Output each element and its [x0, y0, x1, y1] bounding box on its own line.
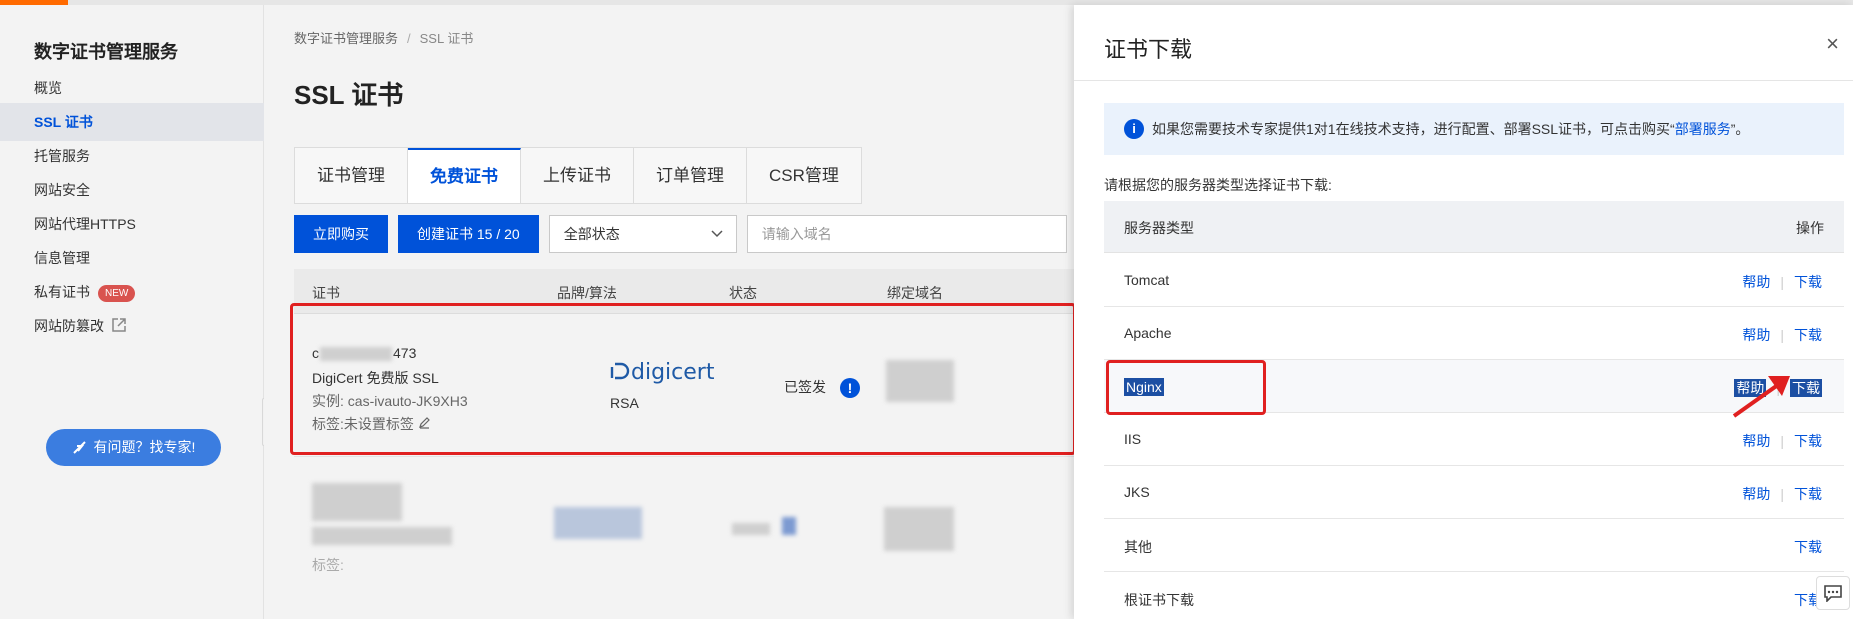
tab-csr-management[interactable]: CSR管理	[747, 148, 861, 203]
status-select-value: 全部状态	[563, 226, 620, 242]
download-link[interactable]: 下载	[1794, 327, 1822, 343]
breadcrumb-separator: /	[407, 31, 411, 46]
sidebar-item-label: 托管服务	[34, 148, 90, 164]
server-name: Apache	[1124, 325, 1172, 341]
sidebar-item-label: 网站防篡改	[34, 318, 104, 334]
column-header-domain: 绑定域名	[887, 285, 943, 301]
column-header-action: 操作	[1796, 220, 1824, 236]
download-link[interactable]: 下载	[1794, 433, 1822, 449]
sidebar-item-hosting[interactable]: 托管服务	[0, 137, 264, 175]
server-name: 根证书下载	[1124, 592, 1194, 608]
server-row-other: 其他 下载	[1104, 519, 1844, 572]
download-drawer: 证书下载 × i 如果您需要技术专家提供1对1在线技术支持，进行配置、部署SSL…	[1074, 5, 1853, 619]
help-link[interactable]: 帮助	[1742, 433, 1770, 449]
download-link[interactable]: 下载	[1790, 379, 1822, 397]
info-tail: ”。	[1730, 121, 1750, 137]
server-name: 其他	[1124, 539, 1152, 555]
find-expert-button[interactable]: 有问题？找专家!	[46, 429, 221, 466]
close-icon[interactable]: ×	[1826, 31, 1839, 57]
server-name: IIS	[1124, 431, 1142, 447]
download-link[interactable]: 下载	[1794, 274, 1822, 290]
feather-icon	[72, 441, 86, 454]
row-actions: 下载	[1794, 537, 1822, 557]
download-link[interactable]: 下载	[1794, 486, 1822, 502]
sidebar-item-label: SSL 证书	[34, 114, 93, 130]
create-cert-button[interactable]: 创建证书 15 / 20	[398, 215, 539, 253]
server-row-apache: Apache 帮助 | 下载	[1104, 307, 1844, 360]
breadcrumb-root[interactable]: 数字证书管理服务	[294, 31, 398, 46]
deploy-service-link[interactable]: 部署服务	[1675, 121, 1731, 137]
highlight-annotation-row	[290, 303, 1076, 455]
breadcrumb-current: SSL 证书	[419, 31, 474, 46]
sidebar-item-overview[interactable]: 概览	[0, 69, 264, 107]
help-link[interactable]: 帮助	[1742, 327, 1770, 343]
sidebar-item-tamper-protection[interactable]: 网站防篡改	[0, 307, 264, 345]
sidebar-item-private-cert[interactable]: 私有证书 NEW	[0, 273, 264, 311]
info-banner: i 如果您需要技术专家提供1对1在线技术支持，进行配置、部署SSL证书，可点击购…	[1104, 103, 1844, 155]
server-name: JKS	[1124, 484, 1150, 500]
chevron-down-icon	[710, 216, 724, 265]
server-row-tomcat: Tomcat 帮助 | 下载	[1104, 254, 1844, 307]
drawer-title: 证书下载	[1104, 37, 1193, 62]
server-row-jks: JKS 帮助 | 下载	[1104, 466, 1844, 519]
help-link[interactable]: 帮助	[1742, 486, 1770, 502]
redacted-block	[312, 527, 452, 545]
sidebar-item-label: 私有证书	[34, 284, 90, 300]
sidebar-title: 数字证书管理服务	[34, 42, 178, 62]
redacted-brand	[554, 507, 642, 539]
row-actions: 帮助|下载	[1742, 433, 1822, 449]
status-select[interactable]: 全部状态	[548, 215, 737, 253]
cert-tags: 标签:	[312, 557, 344, 573]
tab-cert-management[interactable]: 证书管理	[295, 148, 408, 203]
sidebar-item-label: 信息管理	[34, 250, 90, 266]
column-header-cert: 证书	[312, 285, 340, 301]
redacted-status-icon	[782, 517, 796, 535]
sidebar-item-label: 概览	[34, 80, 62, 96]
column-header-brand: 品牌/算法	[557, 285, 617, 301]
tab-order-management[interactable]: 订单管理	[634, 148, 747, 203]
sidebar-item-site-security[interactable]: 网站安全	[0, 171, 264, 209]
tab-upload-cert[interactable]: 上传证书	[521, 148, 634, 203]
column-header-server-type: 服务器类型	[1124, 220, 1194, 236]
sidebar-item-info-management[interactable]: 信息管理	[0, 239, 264, 277]
buy-now-button[interactable]: 立即购买	[294, 215, 388, 253]
drawer-header: 证书下载 ×	[1074, 5, 1853, 81]
sidebar-item-label: 网站代理HTTPS	[34, 216, 136, 232]
table-row[interactable]: 标签:	[294, 465, 1074, 615]
help-link[interactable]: 帮助	[1742, 274, 1770, 290]
find-expert-label: 有问题？找专家!	[93, 439, 196, 455]
sidebar-item-ssl-cert[interactable]: SSL 证书	[0, 103, 264, 141]
column-header-status: 状态	[729, 285, 757, 301]
row-actions: 帮助|下载	[1742, 486, 1822, 502]
redacted-block	[312, 483, 402, 521]
server-table-header: 服务器类型 操作	[1104, 201, 1844, 253]
info-icon: i	[1124, 119, 1144, 139]
sidebar-item-https-proxy[interactable]: 网站代理HTTPS	[0, 205, 264, 243]
breadcrumb: 数字证书管理服务 / SSL 证书	[294, 28, 473, 47]
tab-bar: 证书管理 免费证书 上传证书 订单管理 CSR管理	[294, 147, 862, 204]
server-name: Tomcat	[1124, 272, 1170, 288]
download-link[interactable]: 下载	[1794, 539, 1822, 555]
sidebar-item-label: 网站安全	[34, 182, 90, 198]
row-actions: 帮助|下载	[1742, 327, 1822, 343]
server-row-root-cert: 根证书下载 下载	[1104, 572, 1844, 619]
redacted-status	[732, 523, 770, 535]
domain-search-input[interactable]: 请输入域名	[746, 215, 1067, 253]
drawer-hint: 请根据您的服务器类型选择证书下载:	[1104, 177, 1332, 193]
chat-icon[interactable]	[1816, 576, 1850, 610]
page-title: SSL 证书	[294, 80, 404, 110]
info-text: 如果您需要技术专家提供1对1在线技术支持，进行配置、部署SSL证书，可点击购买“	[1152, 121, 1675, 137]
highlight-annotation-nginx	[1106, 360, 1266, 415]
new-badge: NEW	[98, 284, 136, 302]
annotation-arrow-icon	[1732, 376, 1790, 418]
tab-free-cert[interactable]: 免费证书	[408, 148, 521, 203]
redacted-domain	[884, 507, 954, 551]
toolbar: 立即购买 创建证书 15 / 20 全部状态 请输入域名	[294, 215, 1067, 253]
external-link-icon	[112, 308, 126, 346]
row-actions: 帮助|下载	[1742, 274, 1822, 290]
sidebar: 数字证书管理服务 概览 SSL 证书 托管服务 网站安全 网站代理HTTPS 信…	[0, 5, 264, 619]
